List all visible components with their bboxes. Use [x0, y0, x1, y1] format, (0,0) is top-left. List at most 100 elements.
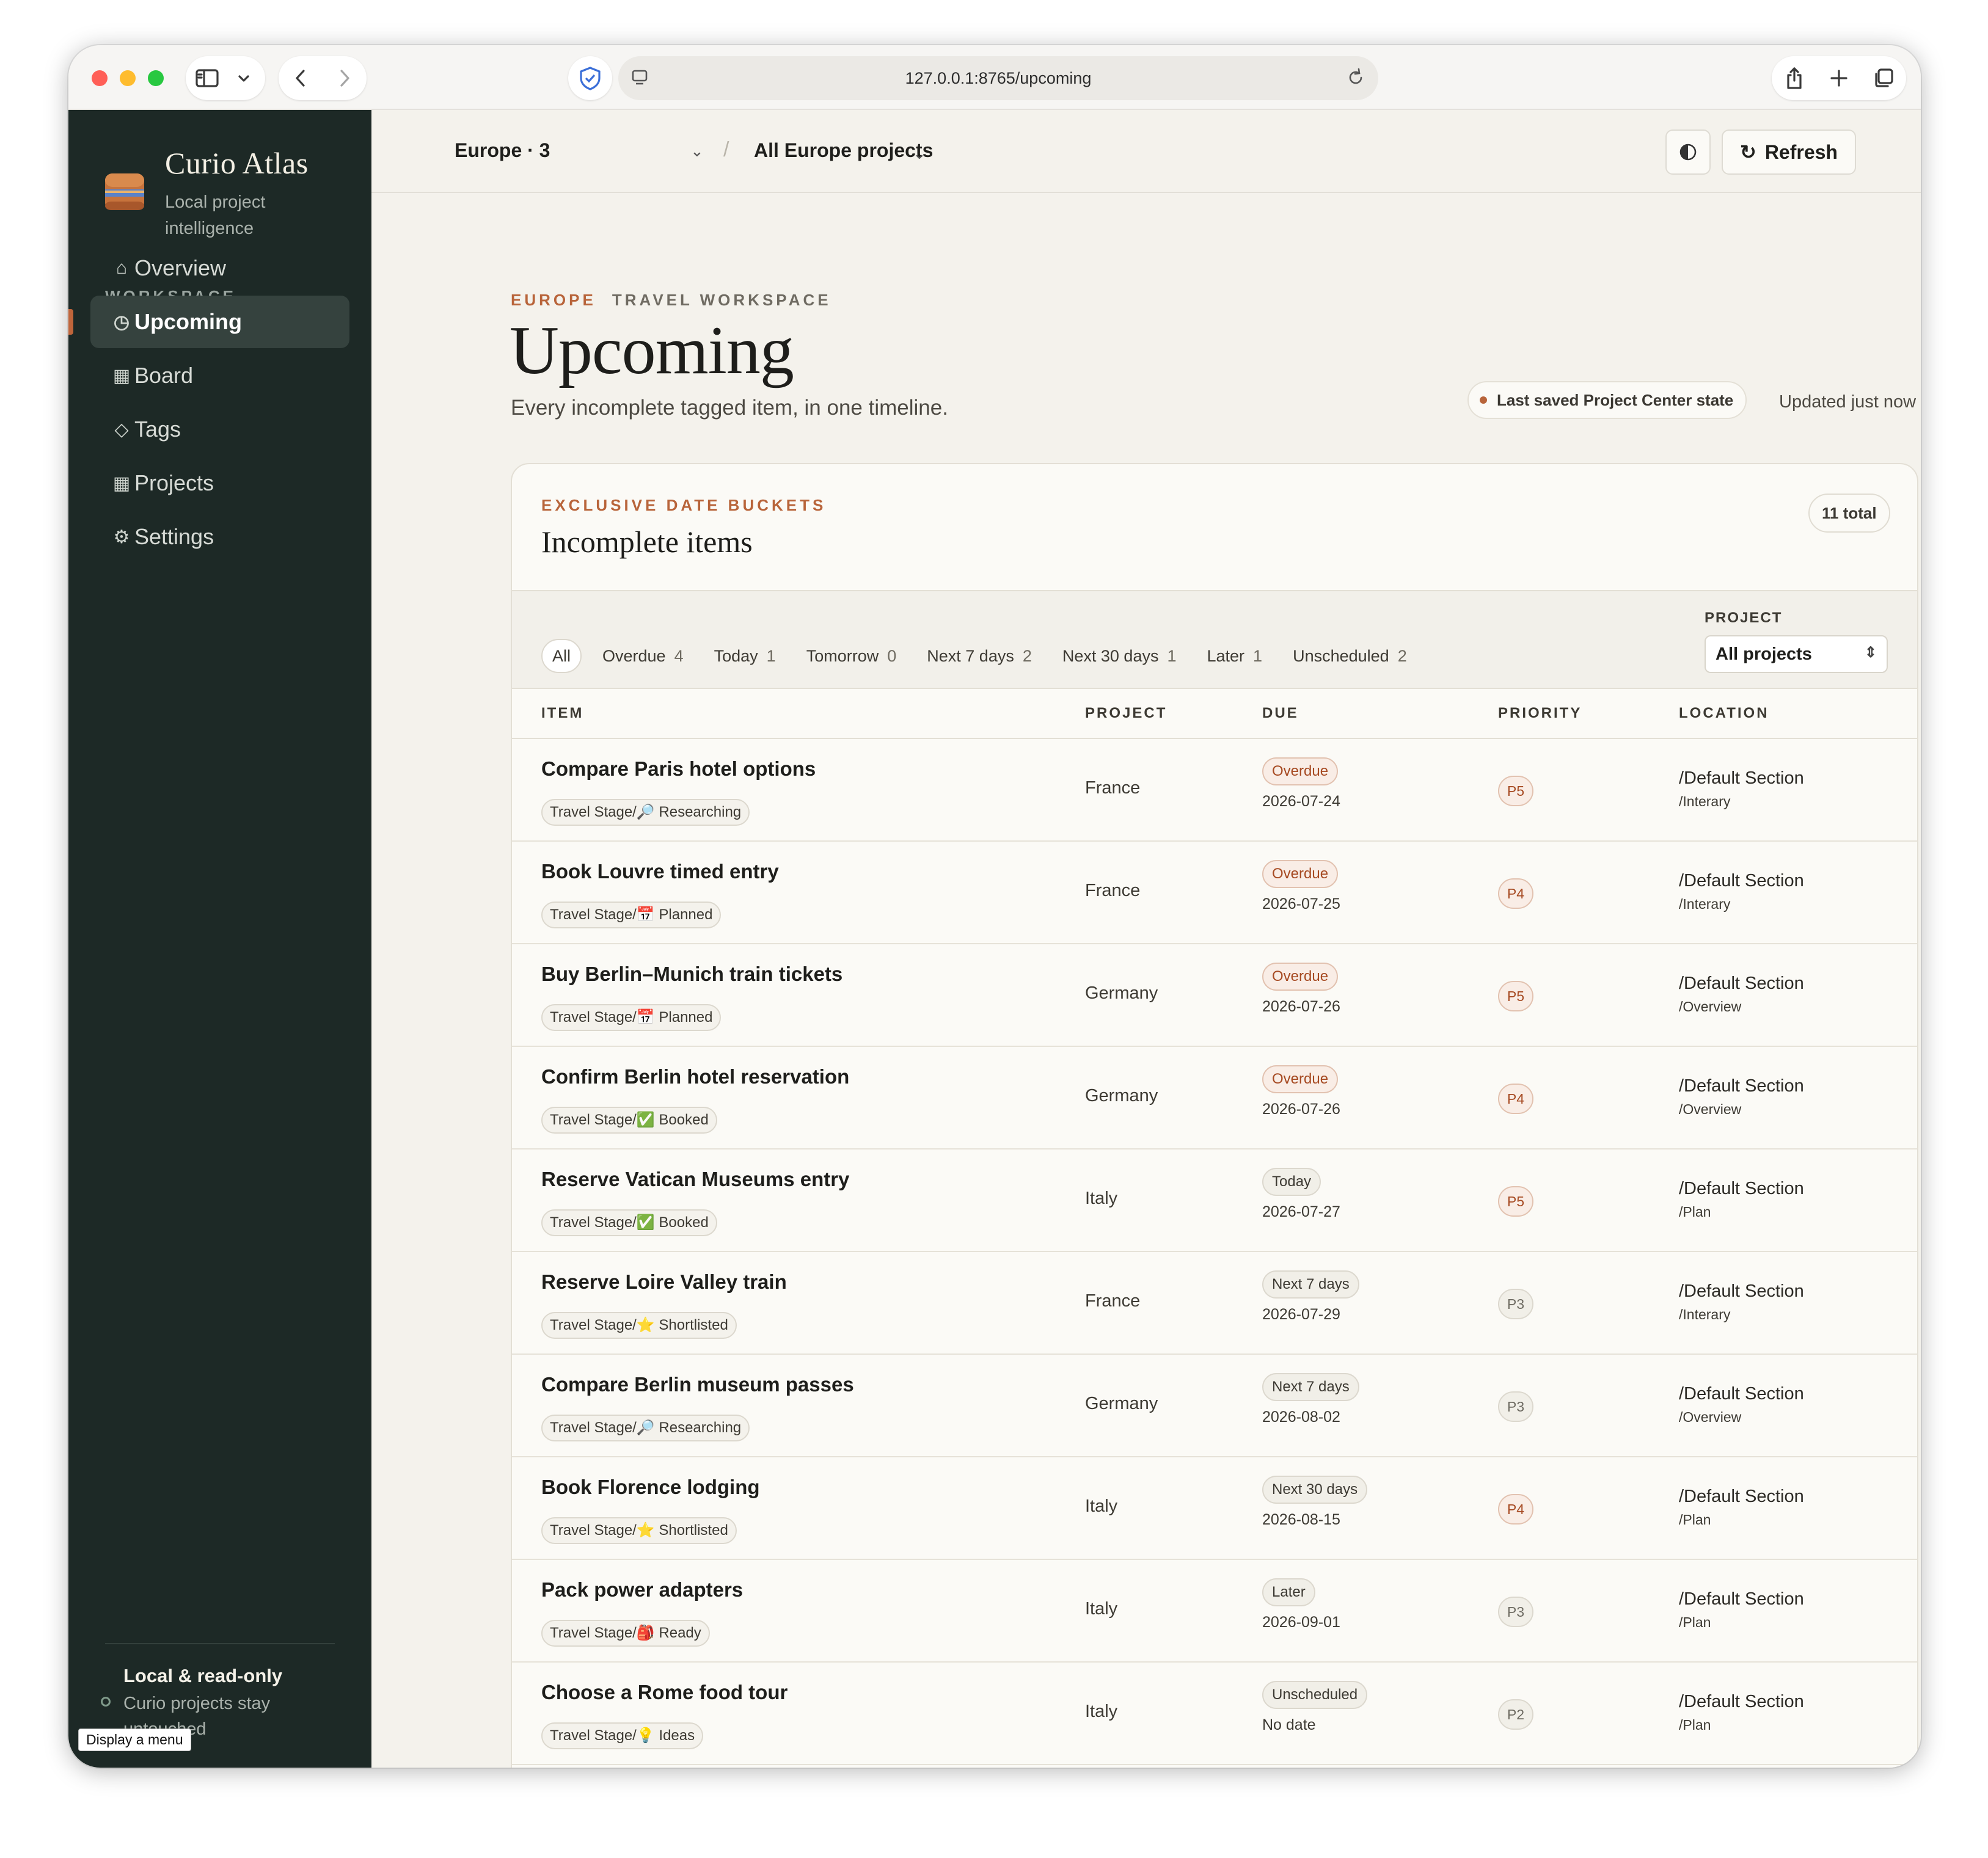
item-title[interactable]: Compare Paris hotel options [541, 757, 816, 781]
item-title[interactable]: Pack power adapters [541, 1578, 743, 1601]
location-section: /Default Section [1679, 871, 1804, 891]
project-cell: Italy [1085, 1702, 1118, 1721]
address-bar[interactable]: 127.0.0.1:8765/upcoming [618, 56, 1378, 100]
project-scope-select[interactable]: All Europe projects [754, 139, 933, 162]
forward-icon[interactable] [323, 56, 367, 100]
table-row[interactable]: Buy Berlin–Munich train tickets Travel St… [512, 944, 1917, 1047]
filter-chip-next-30-days[interactable]: Next 30 days 1 [1053, 639, 1186, 673]
item-title[interactable]: Book Florence lodging [541, 1476, 760, 1499]
chevron-down-icon[interactable]: ⌄ [690, 142, 704, 161]
sidebar-item-settings[interactable]: ⚙ Settings [90, 511, 349, 563]
filter-chip-later[interactable]: Later 1 [1197, 639, 1273, 673]
due-cell: Next 7 days 2026-07-29 [1262, 1270, 1359, 1324]
privacy-shield-icon[interactable] [568, 56, 612, 100]
location-path: /Plan [1679, 1512, 1711, 1528]
due-cell: Overdue 2026-07-26 [1262, 963, 1340, 1016]
table-row[interactable]: Pack power adapters Travel Stage/🎒 Ready I… [512, 1560, 1917, 1663]
minimize-window-button[interactable] [120, 70, 136, 86]
workspace-select[interactable]: Europe · 3 [455, 139, 550, 162]
due-date: 2026-07-26 [1262, 998, 1340, 1015]
back-icon[interactable] [279, 56, 323, 100]
travel-stage-tag[interactable]: Travel Stage/✅ Booked [541, 1107, 717, 1134]
travel-stage-tag[interactable]: Travel Stage/⭐ Shortlisted [541, 1517, 737, 1544]
filter-chip-count: 1 [766, 646, 776, 665]
column-header-item[interactable]: ITEM [541, 705, 583, 722]
board-icon: ▦ [112, 365, 131, 386]
due-date: 2026-09-01 [1262, 1614, 1340, 1631]
due-date: No date [1262, 1716, 1316, 1733]
table-row[interactable]: Reserve Loire Valley train Travel Stage/⭐… [512, 1252, 1917, 1355]
top-bar: Europe · 3 ⌄ / All Europe projects ⌄ ↻ R… [371, 110, 1921, 193]
sidebar-item-label: Settings [134, 524, 214, 549]
travel-stage-tag[interactable]: Travel Stage/🎒 Ready [541, 1620, 710, 1647]
project-cell: Germany [1085, 1394, 1158, 1413]
table-row[interactable]: Book Louvre timed entry Travel Stage/📅 Pl… [512, 842, 1917, 944]
zoom-window-button[interactable] [148, 70, 164, 86]
item-title[interactable]: Buy Berlin–Munich train tickets [541, 963, 842, 986]
due-cell: Overdue 2026-07-25 [1262, 860, 1340, 913]
new-tab-icon[interactable] [1817, 56, 1861, 100]
share-icon[interactable] [1772, 56, 1817, 100]
column-header-project[interactable]: PROJECT [1085, 705, 1167, 722]
table-row[interactable]: Book Florence lodging Travel Stage/⭐ Shor… [512, 1457, 1917, 1560]
filter-chip-unscheduled[interactable]: Unscheduled 2 [1283, 639, 1417, 673]
due-bucket-badge: Overdue [1262, 757, 1339, 785]
page-info-icon[interactable] [629, 67, 650, 92]
due-date: 2026-08-02 [1262, 1408, 1340, 1426]
due-date: 2026-07-25 [1262, 895, 1340, 913]
item-title[interactable]: Reserve Loire Valley train [541, 1270, 787, 1294]
travel-stage-tag[interactable]: Travel Stage/📅 Planned [541, 902, 722, 928]
due-date: 2026-07-29 [1262, 1306, 1340, 1323]
chevron-down-icon[interactable]: ⌄ [913, 144, 926, 163]
sidebar-item-upcoming[interactable]: ◷ Upcoming [90, 296, 349, 348]
sidebar-item-board[interactable]: ▦ Board [90, 349, 349, 402]
table-row[interactable]: Choose a Rome food tour Travel Stage/💡 Id… [512, 1663, 1917, 1765]
column-header-priority[interactable]: PRIORITY [1498, 705, 1582, 722]
item-title[interactable]: Compare Berlin museum passes [541, 1373, 854, 1396]
table-row[interactable]: Reserve Vatican Museums entry Travel Stag… [512, 1149, 1917, 1252]
table-row[interactable]: Create French dining shortlistFranceUnsc… [512, 1765, 1917, 1768]
tab-overview-icon[interactable] [1861, 56, 1906, 100]
column-header-due[interactable]: DUE [1262, 705, 1299, 722]
filter-chip-tomorrow[interactable]: Tomorrow 0 [797, 639, 907, 673]
filter-chip-today[interactable]: Today 1 [704, 639, 786, 673]
sidebar-item-label: Overview [134, 255, 227, 280]
filter-chip-all[interactable]: All [541, 639, 582, 673]
refresh-button[interactable]: ↻ Refresh [1722, 129, 1856, 175]
sidebar-item-overview[interactable]: ⌂ Overview [90, 242, 349, 294]
filter-chip-count: 2 [1022, 646, 1032, 665]
filter-chip-overdue[interactable]: Overdue 4 [593, 639, 693, 673]
page-title: Upcoming [510, 313, 794, 388]
sidebar-item-tags[interactable]: ◇ Tags [90, 403, 349, 456]
item-cell: Compare Berlin museum passes Travel Stage… [541, 1373, 854, 1441]
project-filter-select[interactable]: All projects ⇕ [1705, 635, 1888, 673]
item-title[interactable]: Reserve Vatican Museums entry [541, 1168, 849, 1191]
travel-stage-tag[interactable]: Travel Stage/📅 Planned [541, 1004, 722, 1031]
reload-icon[interactable] [1345, 67, 1366, 92]
table-row[interactable]: Compare Paris hotel options Travel Stage/… [512, 739, 1917, 842]
table-row[interactable]: Confirm Berlin hotel reservation Travel S… [512, 1047, 1917, 1149]
theme-toggle-button[interactable] [1665, 129, 1711, 175]
chevron-down-icon[interactable] [228, 56, 259, 100]
due-cell: Unscheduled No date [1262, 1681, 1368, 1734]
projects-icon: ▦ [112, 473, 131, 494]
travel-stage-tag[interactable]: Travel Stage/🔎 Researching [541, 799, 750, 826]
travel-stage-tag[interactable]: Travel Stage/⭐ Shortlisted [541, 1312, 737, 1339]
filter-chip-next-7-days[interactable]: Next 7 days 2 [917, 639, 1042, 673]
sidebar-item-label: Tags [134, 417, 181, 442]
saved-dot-icon [1480, 396, 1487, 404]
project-filter-label: PROJECT [1705, 610, 1783, 626]
item-title[interactable]: Book Louvre timed entry [541, 860, 779, 883]
priority-badge: P3 [1498, 1289, 1533, 1319]
sidebar-toggle-icon[interactable] [186, 56, 228, 100]
column-header-location[interactable]: LOCATION [1679, 705, 1769, 722]
table-row[interactable]: Compare Berlin museum passes Travel Stage… [512, 1355, 1917, 1457]
item-title[interactable]: Choose a Rome food tour [541, 1681, 788, 1704]
close-window-button[interactable] [92, 70, 108, 86]
travel-stage-tag[interactable]: Travel Stage/✅ Booked [541, 1209, 717, 1236]
sidebar-item-projects[interactable]: ▦ Projects [90, 457, 349, 509]
travel-stage-tag[interactable]: Travel Stage/🔎 Researching [541, 1415, 750, 1441]
travel-stage-tag[interactable]: Travel Stage/💡 Ideas [541, 1722, 704, 1749]
project-cell: France [1085, 778, 1141, 798]
item-title[interactable]: Confirm Berlin hotel reservation [541, 1065, 849, 1088]
